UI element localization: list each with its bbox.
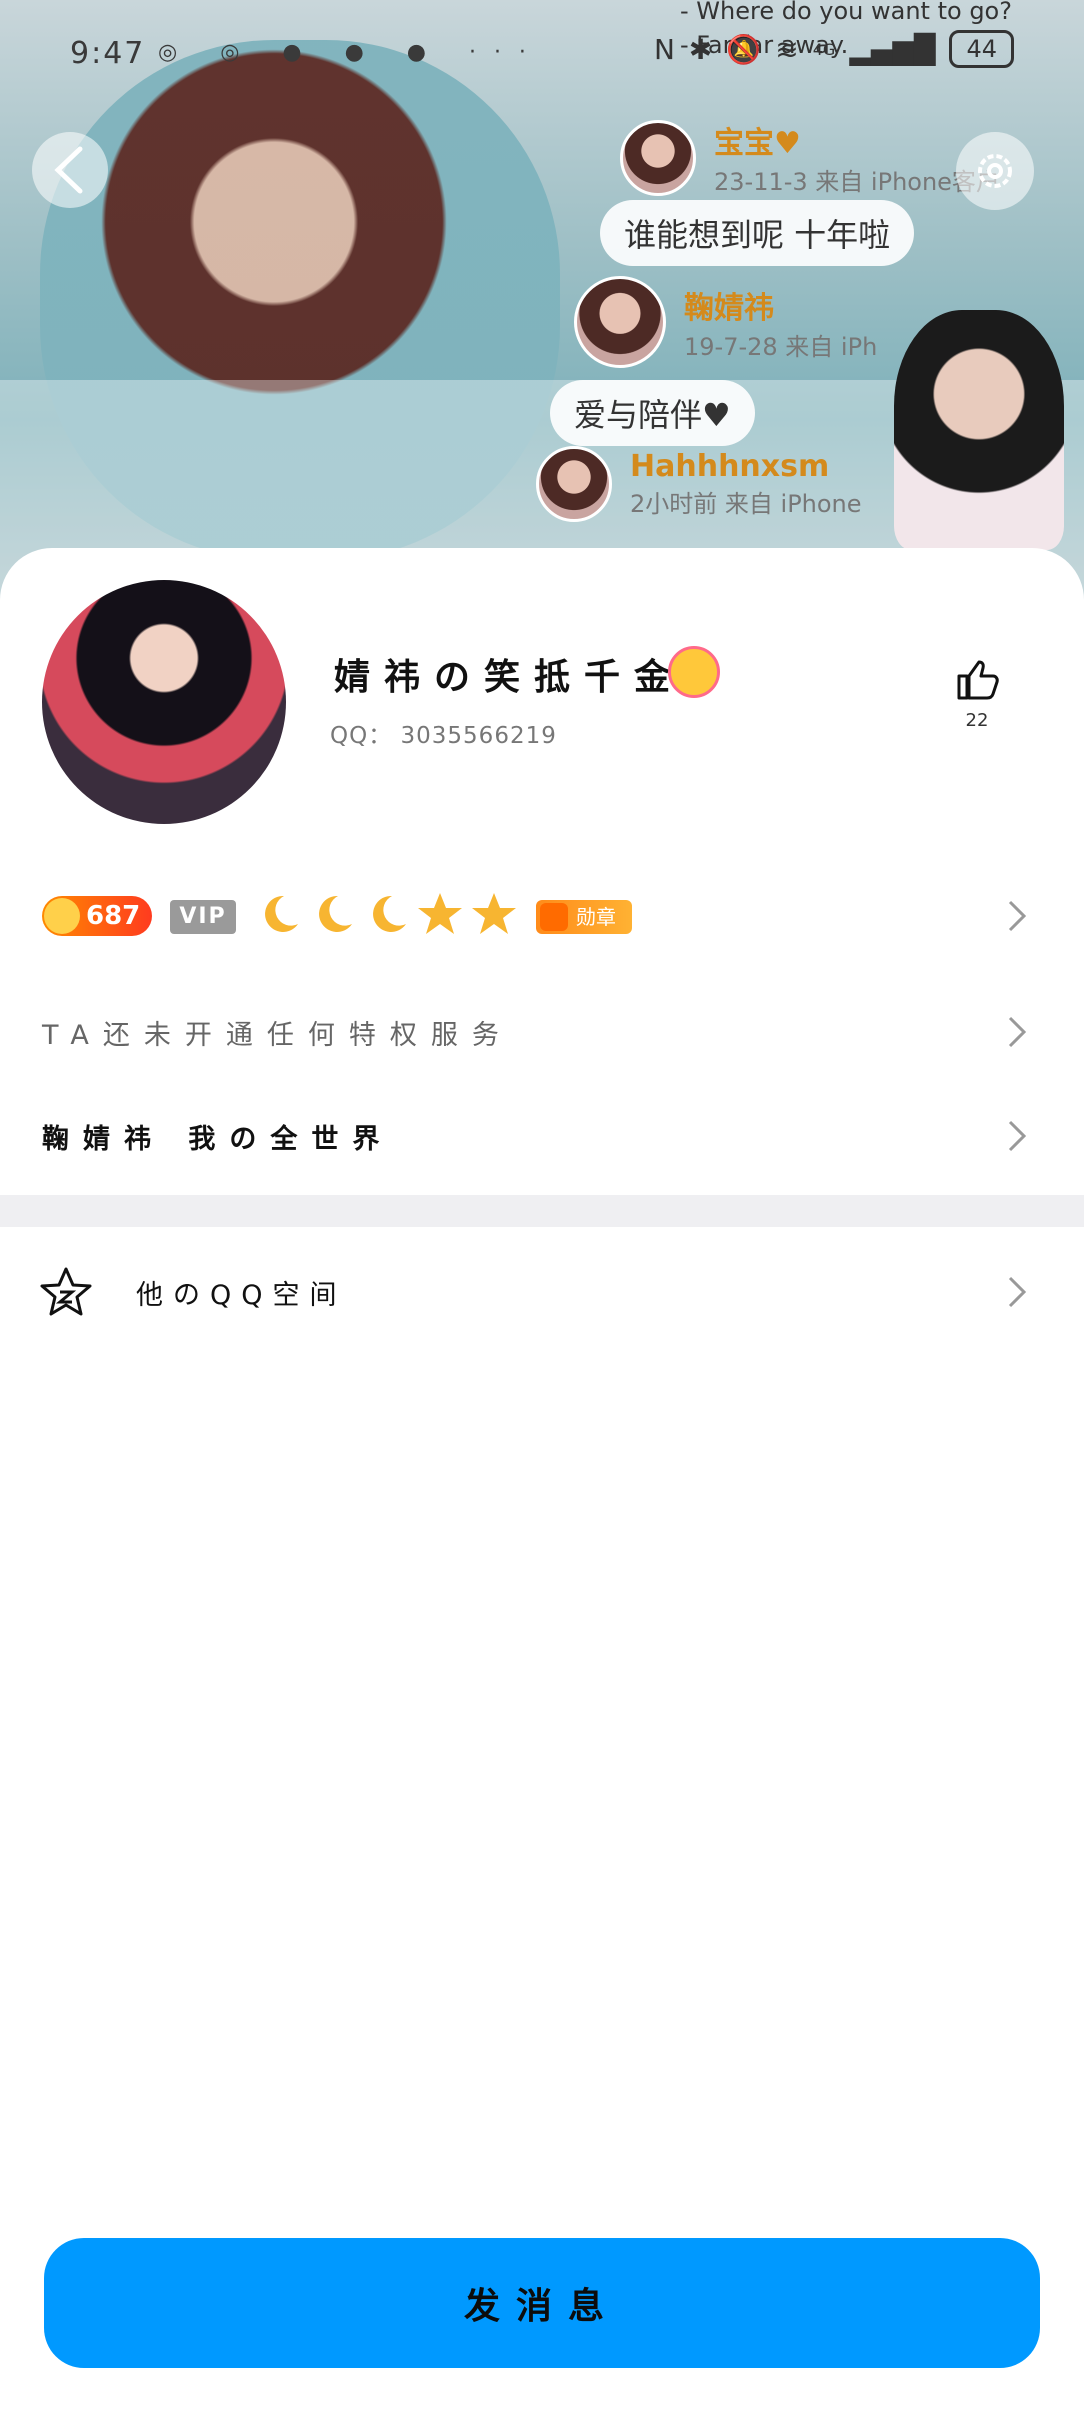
chevron-left-icon — [54, 146, 83, 194]
qzone-row[interactable]: 他のQQ空间 — [0, 1244, 1084, 1340]
cover-comment-1: 宝宝♥ 23-11-3 来自 iPhone客户 — [620, 118, 1000, 197]
gear-icon — [978, 154, 1012, 188]
moon-icon — [319, 895, 352, 932]
comment-text: 谁能想到呢 十年啦 — [600, 200, 915, 266]
cover-comment-2: 鞠婧祎 19-7-28 来自 iPh — [574, 276, 877, 368]
coin-count: 687 — [86, 901, 141, 931]
status-bar: 9:47 ◎ ◎ ● ● ● ··· N ✱ 🔕 ≋ 4G ▂▄▆█ 44 — [0, 0, 1084, 110]
privilege-text: TA还未开通任何特权服务 — [42, 1019, 513, 1051]
chevron-right-icon — [1008, 1120, 1027, 1152]
qq-number: QQ： 3035566219 — [330, 723, 557, 749]
comment-text: 爱与陪伴♥ — [550, 380, 755, 446]
send-message-button[interactable]: 发消息 — [44, 2238, 1040, 2368]
status-time: 9:47 — [70, 36, 146, 71]
nickname: 婧祎の笑抵千金 — [334, 657, 685, 698]
comment-name: Hahhhnxsm — [630, 449, 830, 484]
qzone-text: 他のQQ空间 — [136, 1279, 347, 1311]
nfc-icon: N — [653, 32, 675, 66]
comment-name: 鞠婧祎 — [684, 290, 774, 326]
coin-badge: 687 — [42, 896, 152, 936]
comment-avatar — [536, 446, 612, 522]
chevron-right-icon — [1008, 1276, 1027, 1308]
signal-icon: ▂▄▆█ — [849, 32, 936, 66]
signature-text: 鞠婧祎 我の全世界 — [42, 1123, 394, 1155]
medal-label: 勋章 — [576, 905, 616, 929]
cover-comment-3: Hahhhnxsm 2小时前 来自 iPhone — [536, 446, 862, 522]
notification-icons: ◎ ◎ ● ● ● ··· — [158, 40, 544, 65]
network-type: 4G — [812, 39, 836, 59]
comment-avatar — [574, 276, 666, 368]
star-icon — [472, 893, 516, 934]
like-count: 22 — [965, 710, 989, 731]
thumbs-up-icon — [957, 660, 999, 700]
headphones-emoji-icon — [668, 646, 720, 698]
status-icons: N ✱ 🔕 ≋ 4G ▂▄▆█ 44 — [654, 30, 1014, 68]
chevron-right-icon — [1008, 900, 1027, 932]
comment-name: 宝宝♥ — [714, 126, 801, 161]
medal-badge: 勋章 — [536, 900, 632, 934]
avatar[interactable] — [42, 580, 286, 824]
comment-meta: 19-7-28 来自 iPh — [684, 332, 878, 361]
back-button[interactable] — [32, 132, 108, 208]
battery-icon: 44 — [949, 30, 1014, 68]
comment-avatar — [620, 119, 696, 196]
profile-card — [0, 548, 1084, 2412]
wifi-icon: ≋ — [775, 32, 799, 66]
privilege-row[interactable]: TA还未开通任何特权服务 — [0, 984, 1084, 1080]
star-icon — [418, 893, 462, 934]
like-button[interactable]: 22 — [950, 656, 1004, 731]
bluetooth-icon: ✱ — [688, 32, 713, 66]
settings-button[interactable] — [956, 132, 1034, 210]
vip-badge: VIP — [170, 900, 236, 934]
moon-icon — [373, 895, 406, 932]
section-divider — [0, 1195, 1084, 1227]
qzone-star-icon — [40, 1267, 92, 1316]
cover-portrait-secondary — [894, 310, 1064, 550]
mute-icon: 🔕 — [726, 32, 762, 66]
chevron-right-icon — [1008, 1016, 1027, 1048]
comment-meta: 2小时前 来自 iPhone — [630, 490, 862, 518]
signature-row[interactable]: 鞠婧祎 我の全世界 — [0, 1088, 1084, 1184]
moon-icon — [265, 895, 298, 932]
